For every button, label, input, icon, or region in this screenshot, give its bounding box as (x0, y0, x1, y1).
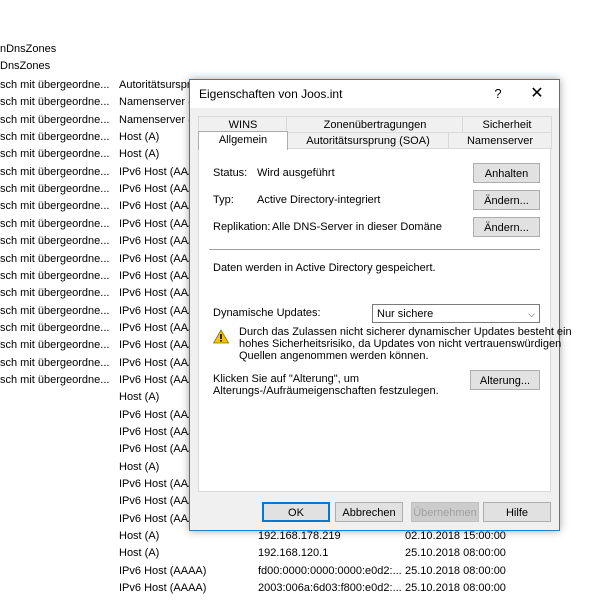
aging-button[interactable]: Alterung... (470, 370, 540, 390)
dialog-title: Eigenschaften von Joos.int (199, 87, 343, 101)
dynamic-updates-value: Nur sichere (377, 308, 434, 320)
row-type: Host (A) (119, 148, 160, 161)
tree-item[interactable]: nDnsZones (0, 41, 56, 58)
row-parent: sch mit übergeordne... (0, 183, 110, 196)
status-value: Wird ausgeführt (257, 167, 335, 179)
apply-button[interactable]: Übernehmen (411, 502, 479, 522)
row-type: IPv6 Host (AAAA) (119, 582, 207, 595)
help-icon[interactable]: ? (486, 83, 510, 105)
tab-zone-transfers[interactable]: Zonenübertragungen (286, 116, 464, 133)
general-tab-panel: Status: Wird ausgeführt Anhalten Typ: Ac… (198, 148, 572, 492)
row-type: Host (A) (119, 460, 160, 473)
replication-label: Replikation: (213, 221, 271, 233)
storage-info: Daten werden in Active Directory gespeic… (213, 262, 436, 274)
row-type: Host (A) (119, 131, 160, 144)
row-parent: sch mit übergeordne... (0, 321, 110, 334)
row-data: 192.168.120.1 (258, 547, 329, 560)
replication-value: Alle DNS-Server in dieser Domäne (272, 221, 442, 233)
row-type: IPv6 Host (AAAA) (119, 564, 207, 577)
tab-general[interactable]: Allgemein (198, 131, 288, 150)
properties-dialog: Eigenschaften von Joos.int ? ✕ WINS Zone… (189, 79, 572, 531)
row-parent: sch mit übergeordne... (0, 200, 110, 213)
tree-item[interactable]: DnsZones (0, 58, 50, 75)
row-parent: sch mit übergeordne... (0, 373, 110, 386)
row-parent: sch mit übergeordne... (0, 113, 110, 126)
aging-text-line2: Alterungs-/Aufräumeigenschaften festzule… (213, 385, 439, 397)
tab-row-front: Allgemein Autoritätsursprung (SOA) Namen… (198, 131, 552, 150)
aging-text-line1: Klicken Sie auf "Alterung", um (213, 373, 359, 385)
pause-button[interactable]: Anhalten (473, 163, 540, 183)
tab-security[interactable]: Sicherheit (462, 116, 552, 133)
chevron-down-icon: ⌵ (528, 309, 535, 319)
tab-soa[interactable]: Autoritätsursprung (SOA) (286, 132, 450, 149)
title-bar: Eigenschaften von Joos.int ? ✕ (190, 80, 559, 108)
row-type: Host (A) (119, 391, 160, 404)
row-type: Host (A) (119, 547, 160, 560)
row-parent: sch mit übergeordne... (0, 131, 110, 144)
row-data: fd00:0000:0000:0000:e0d2:... (258, 564, 402, 577)
row-parent: sch mit übergeordne... (0, 165, 110, 178)
row-parent: sch mit übergeordne... (0, 79, 110, 91)
help-button[interactable]: Hilfe (483, 502, 551, 522)
row-parent: sch mit übergeordne... (0, 269, 110, 282)
row-parent: sch mit übergeordne... (0, 356, 110, 369)
dynamic-updates-label: Dynamische Updates: (213, 307, 321, 319)
row-timestamp: 25.10.2018 08:00:00 (405, 564, 506, 577)
ok-button[interactable]: OK (262, 502, 330, 522)
change-type-button[interactable]: Ändern... (473, 190, 540, 210)
row-parent: sch mit übergeordne... (0, 339, 110, 352)
warning-text-line1: Durch das Zulassen nicht sicherer dynami… (239, 326, 572, 338)
separator (209, 249, 540, 250)
dynamic-updates-select[interactable]: Nur sichere ⌵ (372, 304, 540, 323)
row-parent: sch mit übergeordne... (0, 217, 110, 230)
warning-text-line3: Quellen angenommen werden können. (239, 350, 429, 362)
row-parent: sch mit übergeordne... (0, 235, 110, 248)
row-data: 2003:006a:6d03:f800:e0d2:... (258, 582, 402, 595)
row-parent: sch mit übergeordne... (0, 96, 110, 109)
row-parent: sch mit übergeordne... (0, 304, 110, 317)
type-value: Active Directory-integriert (257, 194, 381, 206)
warning-text-line2: hohes Sicherheitsrisiko, da Updates von … (239, 338, 562, 350)
tab-nameservers[interactable]: Namenserver (448, 132, 552, 149)
row-parent: sch mit übergeordne... (0, 287, 110, 300)
row-timestamp: 25.10.2018 08:00:00 (405, 582, 506, 595)
status-label: Status: (213, 167, 248, 179)
row-parent: sch mit übergeordne... (0, 148, 110, 161)
change-replication-button[interactable]: Ändern... (473, 217, 540, 237)
close-icon[interactable]: ✕ (525, 83, 549, 105)
cancel-button[interactable]: Abbrechen (335, 502, 403, 522)
warning-icon (213, 329, 229, 344)
row-type: Host (A) (119, 530, 160, 543)
row-timestamp: 25.10.2018 08:00:00 (405, 547, 506, 560)
row-parent: sch mit übergeordne... (0, 252, 110, 265)
type-label: Typ: (213, 194, 234, 206)
